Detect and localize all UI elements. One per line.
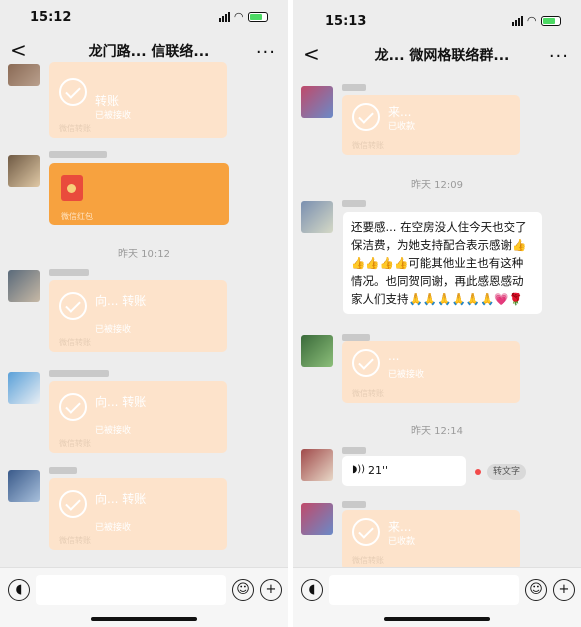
input-bar: ◖ ☺ + [293,567,581,627]
unread-dot [475,469,481,475]
transfer-title: 来... [388,520,412,534]
back-icon[interactable]: < [10,38,27,62]
voice-wave-icon: ◗)) [352,464,366,475]
timestamp: 昨天 12:09 [411,180,463,191]
battery-icon [541,15,561,26]
transfer-status: 已被接收 [95,523,132,533]
transfer-footer: 微信转账 [352,141,384,150]
status-time: 15:12 [30,10,72,25]
avatar[interactable] [301,503,333,535]
transfer-title: 转账 [95,94,120,108]
avatar[interactable] [301,86,333,118]
transfer-status: 已被接收 [95,325,132,335]
sender-name [49,370,109,377]
transfer-footer: 微信转账 [59,338,91,347]
battery-icon [248,11,268,22]
home-indicator [91,617,197,621]
check-circle-icon [352,349,380,377]
input-bar: ◖ ☺ + [0,567,288,627]
transfer-title: ... [388,349,400,363]
sender-name [49,467,77,474]
wifi-icon: ◠ [527,14,536,27]
transfer-status: 已被接收 [388,370,425,380]
sender-name [342,334,370,341]
voice-message[interactable]: ◗)) 21'' [342,456,466,486]
message-input[interactable] [329,575,519,605]
transfer-title: 向... 转账 [95,395,147,409]
sender-name [342,200,366,207]
transfer-footer: 微信转账 [59,439,91,448]
transfer-bubble[interactable]: 转账 已被接收 微信转账 [49,62,227,138]
right-chat-screen: 15:13 ◠ < 龙... 微网格联络群... ... 来... 已收款 微信… [293,0,581,627]
transfer-bubble[interactable]: 来... 已收款 微信转账 [342,510,520,570]
avatar[interactable] [301,335,333,367]
avatar[interactable] [8,372,40,404]
check-circle-icon [59,78,87,106]
transfer-title: 向... 转账 [95,492,147,506]
check-circle-icon [59,393,87,421]
transfer-bubble[interactable]: 向... 转账 已被接收 微信转账 [49,381,227,453]
voice-duration: 21'' [368,464,389,477]
status-bar: 15:12 ◠ [0,0,288,34]
transfer-title: 向... 转账 [95,294,147,308]
check-circle-icon [59,490,87,518]
avatar[interactable] [8,470,40,502]
signal-icon [511,15,523,26]
avatar[interactable] [8,155,40,187]
emoji-icon[interactable]: ☺ [232,579,254,601]
voice-input-icon[interactable]: ◖ [301,579,323,601]
avatar[interactable] [301,201,333,233]
transfer-bubble[interactable]: 向... 转账 已被接收 微信转账 [49,280,227,352]
add-icon[interactable]: + [260,579,282,601]
chat-title: 龙门路... 信联络... [88,44,210,60]
red-packet-footer: 微信红包 [61,212,93,221]
transfer-status: 已被接收 [95,111,132,121]
chat-header: < 龙... 微网格联络群... ... [293,38,581,72]
check-circle-icon [352,518,380,546]
transfer-title: 来... [388,105,412,119]
red-envelope-icon [61,175,83,201]
transfer-bubble[interactable]: 向... 转账 已被接收 微信转账 [49,478,227,550]
text-message[interactable]: 还要感... 在空房没人住今天也交了保洁费，为她支持配合表示感谢👍👍👍👍👍可能其… [343,212,542,314]
transfer-footer: 微信转账 [59,536,91,545]
convert-to-text-button[interactable]: 转文字 [487,464,527,480]
transfer-footer: 微信转账 [352,389,384,398]
more-icon[interactable]: ... [549,41,569,62]
check-circle-icon [59,292,87,320]
transfer-footer: 微信转账 [59,124,91,133]
wifi-icon: ◠ [234,10,243,23]
more-icon[interactable]: ... [256,37,276,58]
sender-name [49,151,107,158]
message-input[interactable] [36,575,226,605]
transfer-bubble[interactable]: ... 已被接收 微信转账 [342,341,520,403]
red-packet-bubble[interactable]: 微信红包 [49,163,229,225]
transfer-bubble[interactable]: 来... 已收款 微信转账 [342,95,520,155]
check-circle-icon [352,103,380,131]
sender-name [342,447,366,454]
voice-input-icon[interactable]: ◖ [8,579,30,601]
status-time: 15:13 [325,14,367,29]
avatar[interactable] [8,270,40,302]
home-indicator [384,617,490,621]
avatar[interactable] [301,449,333,481]
back-icon[interactable]: < [303,42,320,66]
status-bar: 15:13 ◠ [293,0,581,34]
sender-name [49,269,89,276]
emoji-icon[interactable]: ☺ [525,579,547,601]
transfer-status: 已收款 [388,122,416,132]
signal-icon [218,11,230,22]
left-chat-screen: 15:12 ◠ < 龙门路... 信联络... ... 转账 已被接收 微信转账… [0,0,288,627]
add-icon[interactable]: + [553,579,575,601]
transfer-footer: 微信转账 [352,556,384,565]
sender-name [342,501,366,508]
timestamp: 昨天 10:12 [118,249,170,260]
avatar[interactable] [8,64,40,86]
timestamp: 昨天 12:14 [411,426,463,437]
chat-title: 龙... 微网格联络群... [374,48,510,64]
transfer-status: 已被接收 [95,426,132,436]
transfer-status: 已收款 [388,537,416,547]
sender-name [342,84,366,91]
